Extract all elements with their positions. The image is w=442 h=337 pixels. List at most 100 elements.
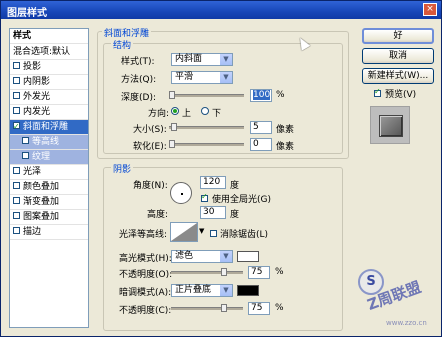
soften-input[interactable]: 0 [250, 138, 272, 151]
depth-slider-thumb[interactable] [169, 91, 175, 99]
contour-curve-icon [171, 223, 197, 241]
styles-header[interactable]: 样式 [10, 29, 88, 44]
angle-label: 角度(N): [133, 181, 168, 191]
preview-label: 预览(V) [385, 90, 417, 100]
style-item-checkbox[interactable] [13, 212, 20, 219]
style-item[interactable]: 等高线 [10, 135, 88, 150]
cancel-button[interactable]: 取消 [362, 48, 434, 64]
style-item[interactable]: 颜色叠加 [10, 180, 88, 195]
style-item-label: 光泽 [23, 167, 42, 177]
style-item[interactable]: 外发光 [10, 90, 88, 105]
technique-value: 平滑 [175, 72, 194, 82]
preview-thumbnail [379, 115, 403, 137]
global-light-checkbox[interactable] [201, 192, 208, 202]
depth-input[interactable]: 100 [250, 89, 272, 102]
soften-slider-thumb[interactable] [169, 140, 175, 148]
technique-label: 方法(Q): [121, 75, 157, 85]
antialias-label: 消除锯齿(L) [220, 230, 269, 240]
altitude-unit: 度 [230, 210, 240, 220]
style-item-checkbox[interactable] [13, 107, 20, 114]
opacity1-slider-thumb[interactable] [221, 268, 227, 276]
opacity2-slider[interactable] [171, 304, 243, 312]
shading-title: 阴影 [111, 162, 134, 175]
style-item-checkbox[interactable] [13, 77, 20, 84]
new-style-button[interactable]: 新建样式(W)... [362, 68, 434, 84]
angle-input[interactable]: 120 [200, 176, 226, 189]
style-label: 样式(T): [121, 57, 155, 67]
style-item[interactable]: 内发光 [10, 105, 88, 120]
chevron-down-icon: ▼ [220, 251, 232, 262]
style-item-checkbox[interactable] [22, 152, 29, 159]
style-item[interactable]: 渐变叠加 [10, 195, 88, 210]
technique-select[interactable]: 平滑 ▼ [171, 71, 233, 84]
highlight-mode-label: 高光模式(H): [119, 254, 172, 264]
chevron-down-icon: ▼ [220, 72, 232, 83]
altitude-input[interactable]: 30 [200, 206, 226, 219]
style-item-checkbox[interactable] [13, 197, 20, 204]
close-button[interactable]: × [423, 3, 437, 16]
angle-dial[interactable] [170, 182, 192, 204]
opacity2-label: 不透明度(C): [119, 306, 172, 316]
direction-down-radio[interactable] [201, 107, 209, 115]
altitude-label: 高度: [147, 210, 169, 220]
preview-checkbox[interactable] [374, 87, 381, 97]
soften-slider[interactable] [169, 140, 244, 148]
watermark-url: www.zzo.cn [386, 319, 427, 327]
shadow-mode-value: 正片叠底 [175, 285, 212, 295]
style-item-label: 等高线 [32, 137, 60, 147]
style-item[interactable]: 图案叠加 [10, 210, 88, 225]
direction-label: 方向: [148, 109, 170, 119]
antialias-checkbox[interactable] [210, 230, 217, 237]
style-item-label: 斜面和浮雕 [23, 122, 69, 132]
bevel-style-value: 内斜面 [175, 54, 203, 64]
style-item-checkbox[interactable] [22, 137, 29, 144]
size-slider-thumb[interactable] [171, 123, 177, 131]
style-item-checkbox[interactable] [13, 227, 20, 234]
style-item[interactable]: 描边 [10, 225, 88, 240]
shadow-mode-label: 暗调模式(A): [119, 288, 172, 298]
style-item[interactable]: 纹理 [10, 150, 88, 165]
gloss-contour-swatch[interactable] [170, 222, 198, 242]
opacity1-slider[interactable] [171, 268, 243, 276]
depth-slider[interactable] [169, 91, 244, 99]
size-input[interactable]: 5 [250, 121, 272, 134]
style-item-checkbox[interactable] [13, 119, 20, 134]
style-item-label: 描边 [23, 227, 42, 237]
direction-up-radio[interactable] [171, 107, 179, 115]
opacity2-unit: % [275, 303, 284, 313]
style-item[interactable]: 斜面和浮雕 [10, 119, 88, 135]
style-item-label: 内发光 [23, 107, 51, 117]
style-item-label: 内阴影 [23, 77, 51, 87]
title-bar[interactable]: 图层样式 × [1, 1, 441, 19]
highlight-mode-select[interactable]: 滤色 ▼ [171, 250, 233, 263]
style-item-label: 外发光 [23, 92, 51, 102]
shadow-mode-select[interactable]: 正片叠底 ▼ [171, 284, 233, 297]
angle-unit: 度 [230, 181, 240, 191]
style-item-checkbox[interactable] [13, 182, 20, 189]
styles-list: 样式 混合选项:默认投影内阴影外发光内发光斜面和浮雕等高线纹理光泽颜色叠加渐变叠… [9, 28, 89, 328]
chevron-down-icon: ▼ [220, 54, 232, 65]
size-unit: 像素 [276, 125, 295, 135]
bevel-style-select[interactable]: 内斜面 ▼ [171, 53, 233, 66]
style-item-checkbox[interactable] [13, 92, 20, 99]
opacity2-input[interactable]: 75 [248, 302, 270, 315]
style-item[interactable]: 内阴影 [10, 75, 88, 90]
direction-up-label: 上 [182, 109, 192, 119]
global-light-label: 使用全局光(G) [212, 195, 271, 205]
style-item-checkbox[interactable] [13, 62, 20, 69]
style-item[interactable]: 混合选项:默认 [10, 45, 88, 60]
ok-button[interactable]: 好 [362, 28, 434, 44]
style-item-label: 纹理 [32, 152, 51, 162]
highlight-mode-value: 滤色 [175, 251, 194, 261]
style-item-checkbox[interactable] [13, 167, 20, 174]
opacity1-input[interactable]: 75 [248, 266, 270, 279]
size-label: 大小(S): [133, 125, 167, 135]
style-item[interactable]: 光泽 [10, 165, 88, 180]
shadow-color-swatch[interactable] [237, 285, 259, 296]
chevron-down-icon[interactable]: ▼ [199, 227, 204, 235]
opacity2-slider-thumb[interactable] [221, 304, 227, 312]
highlight-color-swatch[interactable] [237, 251, 259, 262]
style-item[interactable]: 投影 [10, 60, 88, 75]
size-slider[interactable] [169, 123, 244, 131]
structure-title: 结构 [111, 38, 134, 51]
